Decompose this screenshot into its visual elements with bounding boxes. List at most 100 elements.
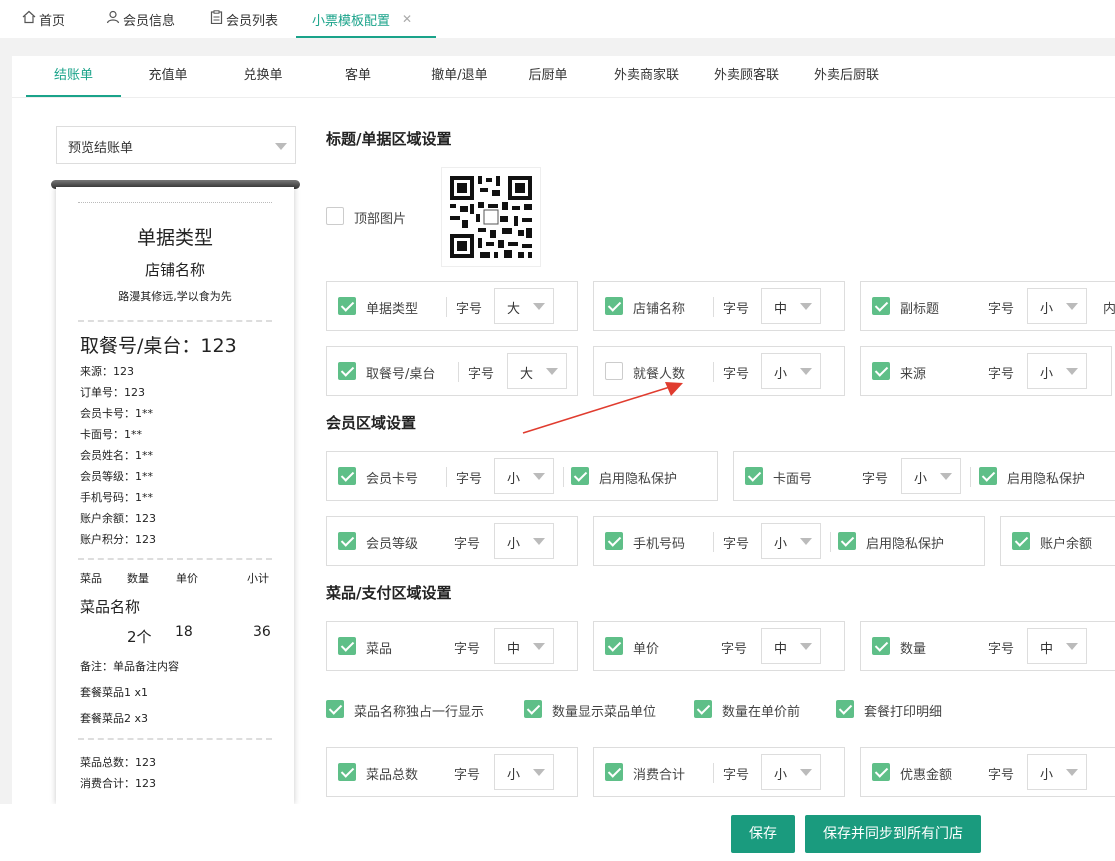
font-size-select[interactable]: 小 (901, 458, 961, 494)
receipt-remark: 备注：单品备注内容 (80, 660, 179, 673)
font-size-select[interactable]: 中 (1027, 628, 1087, 664)
tab-home[interactable]: 首页 (22, 0, 65, 38)
subtab-cancel-refund[interactable]: 撤单/退单 (417, 56, 502, 96)
font-size-value: 小 (507, 768, 521, 783)
subtitle-content-label: 内 (1103, 302, 1115, 317)
consumption-total-checkbox[interactable] (605, 763, 623, 781)
qty-show-unit-label: 数量显示菜品单位 (552, 705, 657, 720)
setting-member-level: 会员等级 字号 小 (326, 516, 578, 566)
font-size-select[interactable]: 小 (761, 754, 821, 790)
member-card-checkbox[interactable] (338, 467, 356, 485)
tab-receipt-template[interactable]: 小票模板配置 ✕ (296, 0, 436, 38)
font-size-select[interactable]: 中 (761, 628, 821, 664)
setting-shop-name: 店铺名称 字号 中 (593, 281, 845, 331)
doc-type-checkbox[interactable] (338, 297, 356, 315)
subtitle-checkbox[interactable] (872, 297, 890, 315)
setting-card-face-number: 卡面号 字号 小 启用隐私保护 (733, 451, 1115, 501)
font-size-select[interactable]: 小 (494, 523, 554, 559)
member-level-checkbox[interactable] (338, 532, 356, 550)
privacy-checkbox[interactable] (571, 467, 589, 485)
dish-name-own-line-checkbox[interactable] (326, 700, 344, 718)
preview-select-value: 预览结账单 (68, 141, 134, 156)
font-size-value: 中 (507, 642, 521, 657)
font-size-select[interactable]: 小 (761, 523, 821, 559)
setting-source: 来源 字号 小 (860, 346, 1112, 396)
source-label: 来源 (900, 367, 927, 382)
chevron-down-icon (533, 303, 545, 310)
qty-before-price-checkbox[interactable] (694, 700, 712, 718)
font-size-value: 小 (774, 768, 788, 783)
subtab-recharge[interactable]: 充值单 (138, 56, 198, 96)
font-size-label: 字号 (454, 642, 481, 657)
setting-unit-price: 单价 字号 中 (593, 621, 845, 671)
tab-member-info[interactable]: 会员信息 (106, 0, 175, 38)
font-size-value: 小 (507, 472, 521, 487)
receipt-info-line: 账户积分：123 (80, 533, 156, 546)
save-button[interactable]: 保存 (731, 815, 795, 853)
font-size-label: 字号 (988, 367, 1015, 382)
pickup-table-label: 取餐号/桌台 (366, 367, 436, 382)
font-size-select[interactable]: 小 (1027, 353, 1087, 389)
divider (970, 467, 971, 487)
setting-consumption-total: 消费合计 字号 小 (593, 747, 845, 797)
combo-detail-checkbox[interactable] (836, 700, 854, 718)
font-size-select[interactable]: 中 (761, 288, 821, 324)
save-sync-all-stores-button[interactable]: 保存并同步到所有门店 (805, 815, 981, 853)
chevron-down-icon (940, 473, 952, 480)
subtab-delivery-kitchen[interactable]: 外卖后厨联 (804, 56, 889, 96)
dish-total-checkbox[interactable] (338, 763, 356, 781)
shop-name-checkbox[interactable] (605, 297, 623, 315)
quantity-checkbox[interactable] (872, 637, 890, 655)
font-size-select[interactable]: 中 (494, 628, 554, 664)
subtab-checkout[interactable]: 结账单 (26, 56, 121, 97)
privacy-checkbox[interactable] (838, 532, 856, 550)
font-size-label: 字号 (456, 472, 483, 487)
chevron-down-icon (533, 643, 545, 650)
dish-checkbox[interactable] (338, 637, 356, 655)
font-size-select[interactable]: 大 (494, 288, 554, 324)
subtab-delivery-merchant[interactable]: 外卖商家联 (604, 56, 689, 96)
receipt-col-header: 数量 (127, 572, 149, 585)
close-icon[interactable]: ✕ (402, 12, 412, 26)
qty-show-unit-checkbox[interactable] (524, 700, 542, 718)
source-checkbox[interactable] (872, 362, 890, 380)
account-balance-checkbox[interactable] (1012, 532, 1030, 550)
discount-amount-checkbox[interactable] (872, 763, 890, 781)
divider (446, 297, 447, 317)
card-face-checkbox[interactable] (745, 467, 763, 485)
pickup-table-checkbox[interactable] (338, 362, 356, 380)
setting-doc-type: 单据类型 字号 大 (326, 281, 578, 331)
setting-subtitle: 副标题 字号 小 内 (860, 281, 1115, 331)
receipt-item-subtotal: 36 (253, 624, 271, 640)
subtab-guest[interactable]: 客单 (328, 56, 388, 96)
divider (713, 763, 714, 783)
qr-code-icon[interactable] (441, 167, 541, 267)
tab-member-list[interactable]: 会员列表 (210, 0, 278, 38)
font-size-select[interactable]: 小 (494, 754, 554, 790)
unit-price-checkbox[interactable] (605, 637, 623, 655)
divider (830, 532, 831, 552)
font-size-value: 大 (507, 302, 521, 317)
top-tab-bar: 首页 会员信息 会员列表 小票模板配置 ✕ (0, 0, 1115, 38)
preview-select[interactable]: 预览结账单 (56, 126, 296, 164)
receipt-col-header: 单价 (176, 572, 198, 585)
top-image-checkbox[interactable] (326, 207, 344, 225)
privacy-checkbox[interactable] (979, 467, 997, 485)
phone-number-checkbox[interactable] (605, 532, 623, 550)
subtab-exchange[interactable]: 兑换单 (233, 56, 293, 96)
combo-detail-label: 套餐打印明细 (864, 705, 943, 720)
font-size-select[interactable]: 小 (761, 353, 821, 389)
subtab-delivery-customer[interactable]: 外卖顾客联 (704, 56, 789, 96)
phone-number-label: 手机号码 (633, 537, 686, 552)
receipt-preview: 单据类型 店铺名称 路漫其修远,学以食为先 取餐号/桌台：123 来源：123 … (56, 187, 294, 804)
receipt-info-line: 账户余额：123 (80, 512, 156, 525)
font-size-value: 中 (1040, 642, 1054, 657)
divider (78, 558, 272, 560)
font-size-select[interactable]: 小 (1027, 754, 1087, 790)
font-size-select[interactable]: 小 (494, 458, 554, 494)
receipt-subtitle: 路漫其修远,学以食为先 (118, 290, 232, 303)
font-size-select[interactable]: 小 (1027, 288, 1087, 324)
divider (713, 297, 714, 317)
subtab-kitchen[interactable]: 后厨单 (518, 56, 578, 96)
subtitle-label: 副标题 (900, 302, 940, 317)
